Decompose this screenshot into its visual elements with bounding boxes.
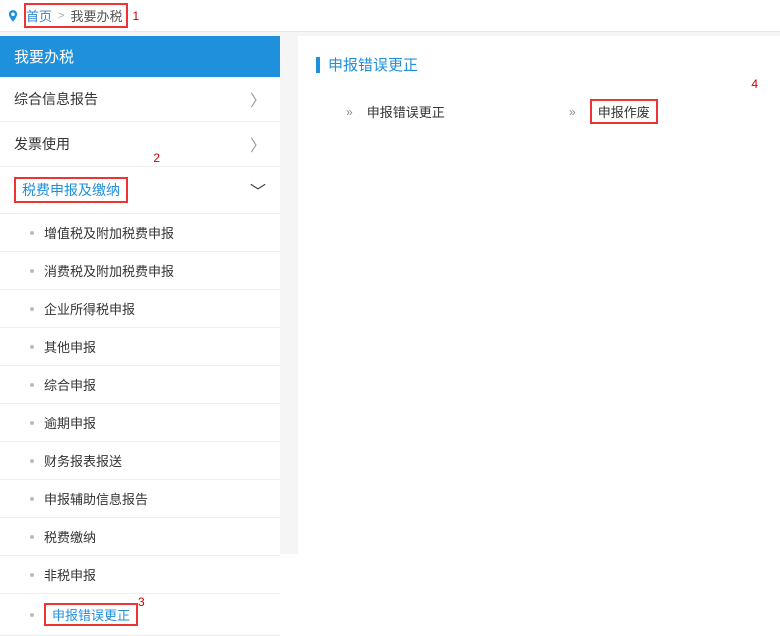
sub-item[interactable]: 消费税及附加税费申报 <box>0 252 280 290</box>
breadcrumb-current: 我要办税 <box>70 6 122 25</box>
content-link-1[interactable]: » 申报错误更正 <box>316 99 539 124</box>
raquo-icon: » <box>346 105 353 119</box>
sidebar: 我要办税 综合信息报告 〉 发票使用 〉 2 税费申报及缴纳 ﹀ 增值税及附加税… <box>0 36 280 636</box>
sub-item-label: 申报错误更正 <box>44 603 138 626</box>
sidebar-submenu: 增值税及附加税费申报 消费税及附加税费申报 企业所得税申报 其他申报 综合申报 … <box>0 214 280 636</box>
sub-item-label: 消费税及附加税费申报 <box>44 261 174 280</box>
sub-item[interactable]: 其他申报 <box>0 328 280 366</box>
page-root: 首页 > 我要办税 1 我要办税 综合信息报告 〉 发票使用 〉 2 税费申报及… <box>0 0 780 554</box>
sub-item-label: 增值税及附加税费申报 <box>44 223 174 242</box>
breadcrumb-home-link[interactable]: 首页 <box>26 6 52 25</box>
sub-item-label: 财务报表报送 <box>44 451 122 470</box>
bullet-icon <box>30 345 34 349</box>
bullet-icon <box>30 383 34 387</box>
content-link-label: 申报作废 <box>590 99 658 124</box>
sub-item-label: 税费缴纳 <box>44 527 96 546</box>
location-icon <box>6 9 20 23</box>
bullet-icon <box>30 459 34 463</box>
sub-item[interactable]: 增值税及附加税费申报 <box>0 214 280 252</box>
bullet-icon <box>30 231 34 235</box>
sidebar-item-label: 综合信息报告 <box>14 89 98 109</box>
chevron-down-icon: ﹀ <box>250 178 266 202</box>
sidebar-item-label: 发票使用 <box>14 134 70 154</box>
bullet-icon <box>30 269 34 273</box>
annotation-2: 2 <box>153 151 160 165</box>
bullet-icon <box>30 535 34 539</box>
sub-item-label: 逾期申报 <box>44 413 96 432</box>
bullet-icon <box>30 613 34 617</box>
content-link-label: 申报错误更正 <box>367 102 445 121</box>
sub-item[interactable]: 企业所得税申报 <box>0 290 280 328</box>
sub-item-label: 其他申报 <box>44 337 96 356</box>
sub-item[interactable]: 税费缴纳 <box>0 518 280 556</box>
sidebar-item-shuifei[interactable]: 2 税费申报及缴纳 ﹀ <box>0 167 280 214</box>
sidebar-title: 我要办税 <box>0 36 280 77</box>
bullet-icon <box>30 307 34 311</box>
sub-item[interactable]: 财务报表报送 <box>0 442 280 480</box>
annotation-3: 3 <box>138 595 145 609</box>
content-link-2[interactable]: 4 » 申报作废 <box>539 99 762 124</box>
chevron-right-icon: 〉 <box>250 87 266 111</box>
annotation-4: 4 <box>751 77 758 91</box>
link-row: » 申报错误更正 4 » 申报作废 <box>316 99 762 124</box>
annotation-1: 1 <box>132 9 139 23</box>
sub-item-label: 综合申报 <box>44 375 96 394</box>
section-title: 申报错误更正 <box>316 54 762 75</box>
sub-item[interactable]: 综合申报 <box>0 366 280 404</box>
chevron-right-icon: 〉 <box>250 132 266 156</box>
sidebar-item-label: 税费申报及缴纳 <box>14 177 128 203</box>
title-bar-icon <box>316 57 320 73</box>
breadcrumb-highlight-box: 首页 > 我要办税 <box>24 3 128 28</box>
main-wrap: 我要办税 综合信息报告 〉 发票使用 〉 2 税费申报及缴纳 ﹀ 增值税及附加税… <box>0 32 780 636</box>
sub-item-label: 申报辅助信息报告 <box>44 489 148 508</box>
bullet-icon <box>30 421 34 425</box>
sub-item[interactable]: 非税申报 <box>0 556 280 594</box>
bullet-icon <box>30 573 34 577</box>
sidebar-item-zonghe[interactable]: 综合信息报告 〉 <box>0 77 280 122</box>
sub-item-active[interactable]: 3 申报错误更正 <box>0 594 280 636</box>
content-panel: 申报错误更正 » 申报错误更正 4 » 申报作废 <box>298 36 780 636</box>
section-title-text: 申报错误更正 <box>328 54 418 75</box>
breadcrumb-separator: > <box>58 10 64 22</box>
sub-item[interactable]: 申报辅助信息报告 <box>0 480 280 518</box>
sub-item-label: 非税申报 <box>44 565 96 584</box>
sub-item-label: 企业所得税申报 <box>44 299 135 318</box>
breadcrumb: 首页 > 我要办税 1 <box>0 0 780 32</box>
bullet-icon <box>30 497 34 501</box>
raquo-icon: » <box>569 105 576 119</box>
sidebar-item-fapiao[interactable]: 发票使用 〉 <box>0 122 280 167</box>
sub-item[interactable]: 逾期申报 <box>0 404 280 442</box>
